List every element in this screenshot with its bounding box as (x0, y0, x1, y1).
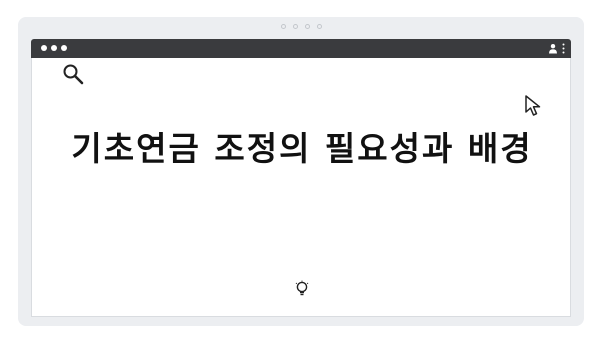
carousel-dot (292, 24, 298, 29)
window-control-dot[interactable] (61, 45, 67, 51)
title-bar-actions (548, 43, 565, 54)
carousel-dots (18, 24, 584, 29)
carousel-dot (280, 24, 286, 29)
browser-window (31, 39, 571, 317)
page-content (31, 58, 571, 317)
window-controls (41, 45, 67, 51)
lightbulb-icon (295, 280, 309, 296)
carousel-dot (304, 24, 310, 29)
kebab-menu-icon[interactable] (562, 43, 565, 54)
title-bar (31, 39, 571, 58)
window-control-dot[interactable] (41, 45, 47, 51)
user-icon[interactable] (548, 43, 558, 54)
cursor-icon (525, 95, 541, 116)
window-control-dot[interactable] (51, 45, 57, 51)
carousel-dot (316, 24, 322, 29)
search-icon (63, 64, 84, 85)
page-title: 기초연금 조정의 필요성과 배경 (71, 129, 533, 168)
